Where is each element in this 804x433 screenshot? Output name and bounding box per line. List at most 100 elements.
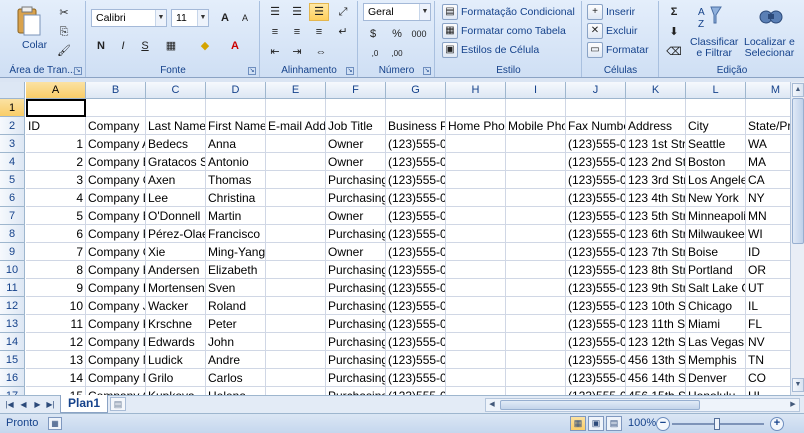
cell-b2[interactable]: Company xyxy=(86,117,146,135)
row-header-17[interactable]: 17 xyxy=(0,387,25,395)
cell-k5[interactable]: 123 3rd Street xyxy=(626,171,686,189)
cell-e3[interactable] xyxy=(266,135,326,153)
cell-k6[interactable]: 123 4th Street xyxy=(626,189,686,207)
cell-a17[interactable]: 15 xyxy=(26,387,86,395)
cell-m6[interactable]: NY xyxy=(746,189,790,207)
cell-i7[interactable] xyxy=(506,207,566,225)
scroll-down-icon[interactable]: ▼ xyxy=(792,378,804,392)
cell-h16[interactable] xyxy=(446,369,506,387)
cell-k10[interactable]: 123 8th Street xyxy=(626,261,686,279)
cell-j5[interactable]: (123)555-0101 xyxy=(566,171,626,189)
align-center-icon[interactable]: ≡ xyxy=(287,23,307,41)
column-header-k[interactable]: K xyxy=(626,82,686,99)
cell-b10[interactable]: Company H xyxy=(86,261,146,279)
cell-m14[interactable]: NV xyxy=(746,333,790,351)
cell-h1[interactable] xyxy=(446,99,506,117)
cell-b5[interactable]: Company C xyxy=(86,171,146,189)
cell-h13[interactable] xyxy=(446,315,506,333)
cell-k15[interactable]: 456 13th Street xyxy=(626,351,686,369)
font-size-select[interactable]: 11 ▼ xyxy=(171,9,209,27)
cell-b16[interactable]: Company N xyxy=(86,369,146,387)
align-bottom-icon[interactable]: ☰ xyxy=(309,3,329,21)
cell-i6[interactable] xyxy=(506,189,566,207)
column-header-a[interactable]: A xyxy=(26,82,86,99)
clipboard-launcher-icon[interactable]: ↘ xyxy=(74,67,82,75)
cell-f9[interactable]: Owner xyxy=(326,243,386,261)
column-header-b[interactable]: B xyxy=(86,82,146,99)
cell-j17[interactable]: (123)555-0101 xyxy=(566,387,626,395)
cell-k1[interactable] xyxy=(626,99,686,117)
cell-c4[interactable]: Gratacos Solsona xyxy=(146,153,206,171)
cell-a11[interactable]: 9 xyxy=(26,279,86,297)
cell-j13[interactable]: (123)555-0101 xyxy=(566,315,626,333)
cell-g4[interactable]: (123)555-0100 xyxy=(386,153,446,171)
active-cell[interactable] xyxy=(26,99,86,117)
cell-g8[interactable]: (123)555-0100 xyxy=(386,225,446,243)
vertical-scroll-thumb[interactable] xyxy=(792,98,804,244)
cell-k13[interactable]: 123 11th Street xyxy=(626,315,686,333)
cell-f7[interactable]: Owner xyxy=(326,207,386,225)
cell-l14[interactable]: Las Vegas xyxy=(686,333,746,351)
row-header-4[interactable]: 4 xyxy=(0,153,25,171)
cell-b3[interactable]: Company A xyxy=(86,135,146,153)
zoom-in-icon[interactable]: + xyxy=(770,417,784,431)
cell-a12[interactable]: 10 xyxy=(26,297,86,315)
underline-icon[interactable]: S xyxy=(135,37,155,55)
cell-h3[interactable] xyxy=(446,135,506,153)
select-all-corner[interactable] xyxy=(0,82,25,99)
cell-e11[interactable] xyxy=(266,279,326,297)
font-launcher-icon[interactable]: ↘ xyxy=(248,67,256,75)
cell-a6[interactable]: 4 xyxy=(26,189,86,207)
cell-j2[interactable]: Fax Number xyxy=(566,117,626,135)
first-sheet-icon[interactable]: |◀ xyxy=(4,398,15,411)
sort-filter-icon[interactable]: AZ xyxy=(696,3,722,31)
cell-g6[interactable]: (123)555-0100 xyxy=(386,189,446,207)
cell-b14[interactable]: Company L xyxy=(86,333,146,351)
cell-a9[interactable]: 7 xyxy=(26,243,86,261)
cell-e9[interactable] xyxy=(266,243,326,261)
cell-i4[interactable] xyxy=(506,153,566,171)
cell-e4[interactable] xyxy=(266,153,326,171)
cell-i1[interactable] xyxy=(506,99,566,117)
cell-d9[interactable]: Ming-Yang xyxy=(206,243,266,261)
cell-d15[interactable]: Andre xyxy=(206,351,266,369)
cell-b6[interactable]: Company D xyxy=(86,189,146,207)
column-header-g[interactable]: G xyxy=(386,82,446,99)
cell-d10[interactable]: Elizabeth xyxy=(206,261,266,279)
cell-i12[interactable] xyxy=(506,297,566,315)
insert-button[interactable]: + Inserir xyxy=(587,4,635,20)
cell-j16[interactable]: (123)555-0101 xyxy=(566,369,626,387)
cell-j15[interactable]: (123)555-0101 xyxy=(566,351,626,369)
paste-button[interactable]: Colar xyxy=(22,39,47,51)
cell-g7[interactable]: (123)555-0100 xyxy=(386,207,446,225)
merge-icon[interactable]: ⇔ xyxy=(311,43,331,61)
cell-d13[interactable]: Peter xyxy=(206,315,266,333)
cell-e17[interactable] xyxy=(266,387,326,395)
cell-i16[interactable] xyxy=(506,369,566,387)
cell-f11[interactable]: Purchasing Manager xyxy=(326,279,386,297)
cell-g16[interactable]: (123)555-0100 xyxy=(386,369,446,387)
cell-m3[interactable]: WA xyxy=(746,135,790,153)
cell-m17[interactable]: HI xyxy=(746,387,790,395)
row-header-15[interactable]: 15 xyxy=(0,351,25,369)
cell-m8[interactable]: WI xyxy=(746,225,790,243)
shrink-font-icon[interactable]: A xyxy=(235,9,255,27)
cell-b17[interactable]: Company O xyxy=(86,387,146,395)
cell-d14[interactable]: John xyxy=(206,333,266,351)
zoom-out-icon[interactable]: − xyxy=(656,417,670,431)
cell-c15[interactable]: Ludick xyxy=(146,351,206,369)
cell-d12[interactable]: Roland xyxy=(206,297,266,315)
cell-d3[interactable]: Anna xyxy=(206,135,266,153)
cell-c16[interactable]: Grilo xyxy=(146,369,206,387)
cell-h17[interactable] xyxy=(446,387,506,395)
cell-c6[interactable]: Lee xyxy=(146,189,206,207)
cell-j11[interactable]: (123)555-0101 xyxy=(566,279,626,297)
cell-c17[interactable]: Kupkova xyxy=(146,387,206,395)
copy-icon[interactable]: ⎘ xyxy=(54,23,74,41)
cell-k12[interactable]: 123 10th Street xyxy=(626,297,686,315)
cell-b9[interactable]: Company G xyxy=(86,243,146,261)
horizontal-scroll-thumb[interactable] xyxy=(500,400,700,410)
cell-d1[interactable] xyxy=(206,99,266,117)
cell-d8[interactable]: Francisco xyxy=(206,225,266,243)
last-sheet-icon[interactable]: ▶| xyxy=(45,398,56,411)
